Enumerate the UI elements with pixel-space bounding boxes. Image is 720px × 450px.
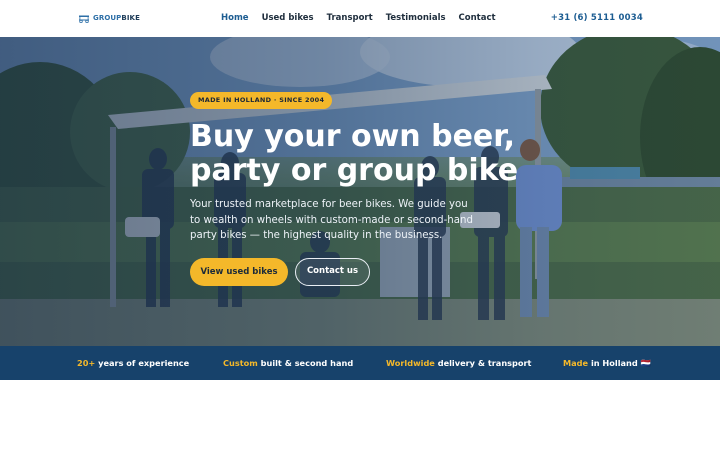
- logo-text-part2: BIKE: [121, 14, 140, 22]
- feature-highlight: 20+: [77, 358, 96, 368]
- logo-text-part1: GROUP: [93, 14, 122, 22]
- view-used-bikes-button[interactable]: View used bikes: [190, 258, 288, 286]
- main-nav: Home Used bikes Transport Testimonials C…: [221, 12, 496, 24]
- nav-home[interactable]: Home: [221, 12, 249, 24]
- bike-icon: [79, 15, 89, 23]
- hero-overlay: [0, 37, 720, 346]
- feature-text: years of experience: [95, 358, 190, 368]
- feature-custom: Custom built & second hand: [223, 346, 353, 380]
- feature-worldwide: Worldwide delivery & transport: [386, 346, 531, 380]
- hero-badge: MADE IN HOLLAND · SINCE 2004: [190, 92, 333, 109]
- logo[interactable]: GROUPBIKE: [78, 13, 140, 24]
- feature-highlight: Worldwide: [386, 358, 435, 368]
- feature-experience: 20+ years of experience: [77, 346, 189, 380]
- feature-highlight: Made: [563, 358, 589, 368]
- hero-headline: Buy your own beer, party or group bike: [190, 119, 519, 188]
- feature-text: in Holland 🇳🇱: [588, 358, 651, 368]
- feature-highlight: Custom: [223, 358, 258, 368]
- nav-contact[interactable]: Contact: [459, 12, 496, 24]
- phone-link[interactable]: +31 (6) 5111 0034: [551, 12, 643, 24]
- contact-us-button[interactable]: Contact us: [295, 258, 370, 286]
- nav-used-bikes[interactable]: Used bikes: [262, 12, 314, 24]
- site-header: GROUPBIKE Home Used bikes Transport Test…: [0, 0, 720, 37]
- feature-text: delivery & transport: [434, 358, 532, 368]
- hero-section: MADE IN HOLLAND · SINCE 2004 Buy your ow…: [0, 37, 720, 346]
- logo-text: GROUPBIKE: [93, 15, 140, 22]
- feature-strip: 20+ years of experience Custom built & s…: [0, 346, 720, 380]
- nav-testimonials[interactable]: Testimonials: [386, 12, 446, 24]
- feature-text: built & second hand: [257, 358, 354, 368]
- nav-transport[interactable]: Transport: [327, 12, 373, 24]
- hero-lead-text: Your trusted marketplace for beer bikes.…: [190, 199, 473, 241]
- feature-made-in-holland: Made in Holland 🇳🇱: [563, 346, 651, 380]
